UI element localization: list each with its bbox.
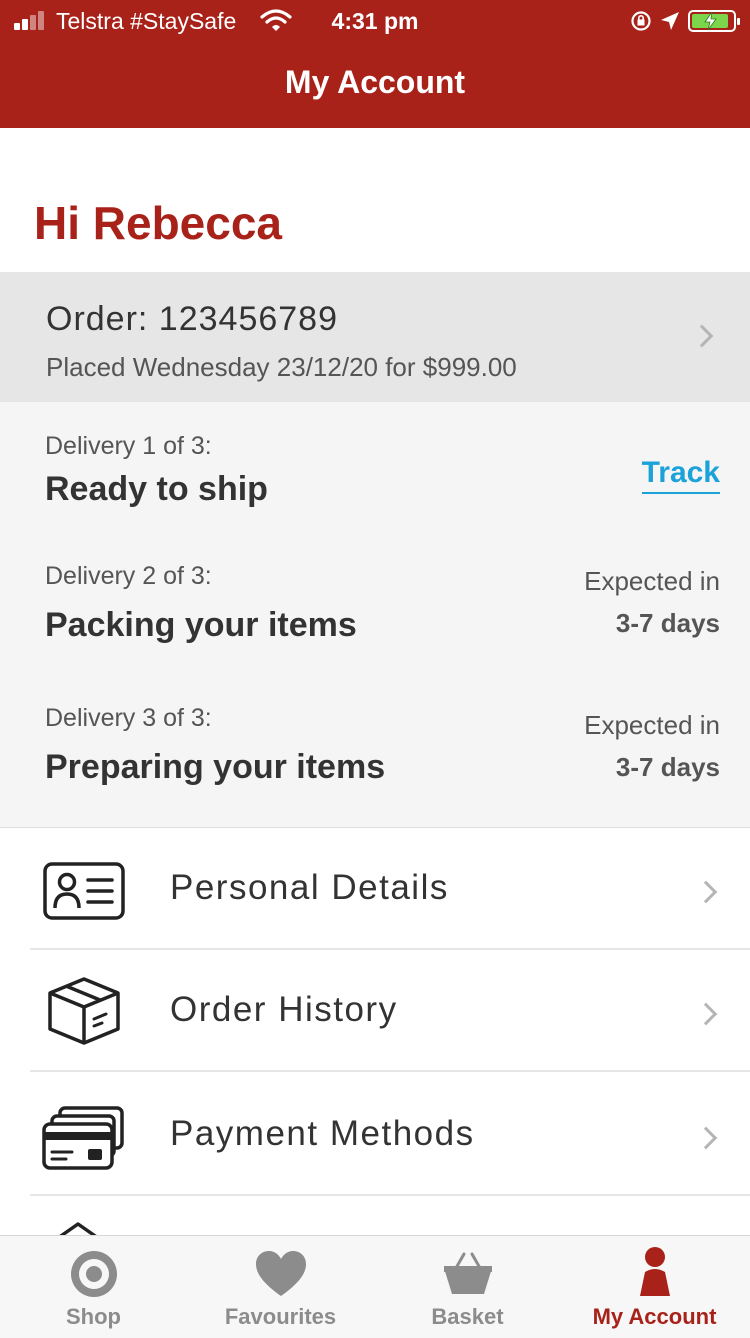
expected-days: 3-7 days <box>615 608 720 638</box>
page-title: My Account <box>284 64 466 100</box>
chevron-right-icon <box>690 324 714 348</box>
orientation-lock-icon <box>631 11 651 31</box>
order-summary[interactable]: Order: 123456789 Placed Wednesday 23/12/… <box>0 272 750 402</box>
tab-shop[interactable]: Shop <box>0 1236 187 1338</box>
chevron-right-icon <box>694 1002 718 1026</box>
menu-label: Personal Details <box>170 868 449 907</box>
id-card-icon <box>43 862 125 920</box>
expected-label: Expected in <box>584 566 720 596</box>
credit-cards-icon <box>42 1106 124 1170</box>
expected-label: Expected in <box>584 710 720 740</box>
battery-icon <box>688 10 740 32</box>
menu-order-history[interactable]: Order History <box>30 950 750 1072</box>
delivery-label: Delivery 2 of 3: <box>45 562 212 590</box>
chevron-right-icon <box>694 1126 718 1150</box>
chevron-right-icon <box>694 880 718 904</box>
tab-bar: Shop Favourites Basket My Account <box>0 1235 750 1338</box>
track-link[interactable]: Track <box>641 456 720 494</box>
delivery-label: Delivery 1 of 3: <box>45 432 212 460</box>
app-header: Telstra #StaySafe 4:31 pm My Account <box>0 0 750 128</box>
tab-label: Favourites <box>224 1304 337 1329</box>
delivery-item: Delivery 2 of 3: Packing your items Expe… <box>0 562 750 702</box>
status-bar: Telstra #StaySafe 4:31 pm <box>0 0 750 42</box>
order-placed-info: Placed Wednesday 23/12/20 for $999.00 <box>46 352 517 382</box>
tab-label: Shop <box>66 1304 121 1329</box>
tab-my-account[interactable]: My Account <box>561 1236 748 1338</box>
tab-favourites[interactable]: Favourites <box>187 1236 374 1338</box>
menu-payment-methods[interactable]: Payment Methods <box>30 1074 750 1196</box>
box-icon <box>48 977 120 1045</box>
tab-label: My Account <box>592 1304 717 1329</box>
delivery-label: Delivery 3 of 3: <box>45 704 212 732</box>
delivery-status: Preparing your items <box>45 748 386 786</box>
menu-label: Payment Methods <box>170 1114 475 1153</box>
delivery-item: Delivery 3 of 3: Preparing your items Ex… <box>0 704 750 844</box>
menu-personal-details[interactable]: Personal Details <box>30 828 750 950</box>
deliveries-panel: Delivery 1 of 3: Ready to ship Track Del… <box>0 402 750 828</box>
delivery-item: Delivery 1 of 3: Ready to ship Track <box>0 432 750 572</box>
person-icon <box>639 1247 670 1296</box>
delivery-status: Ready to ship <box>45 470 268 508</box>
tab-basket[interactable]: Basket <box>374 1236 561 1338</box>
heart-icon <box>255 1251 306 1296</box>
greeting-heading: Hi Rebecca <box>34 197 283 249</box>
delivery-status: Packing your items <box>45 606 357 644</box>
basket-icon <box>443 1252 492 1294</box>
order-number: Order: 123456789 <box>46 300 338 338</box>
tab-label: Basket <box>431 1304 504 1329</box>
menu-label: Order History <box>170 990 398 1029</box>
expected-days: 3-7 days <box>615 752 720 782</box>
location-arrow-icon <box>661 12 679 30</box>
target-icon <box>70 1251 117 1297</box>
